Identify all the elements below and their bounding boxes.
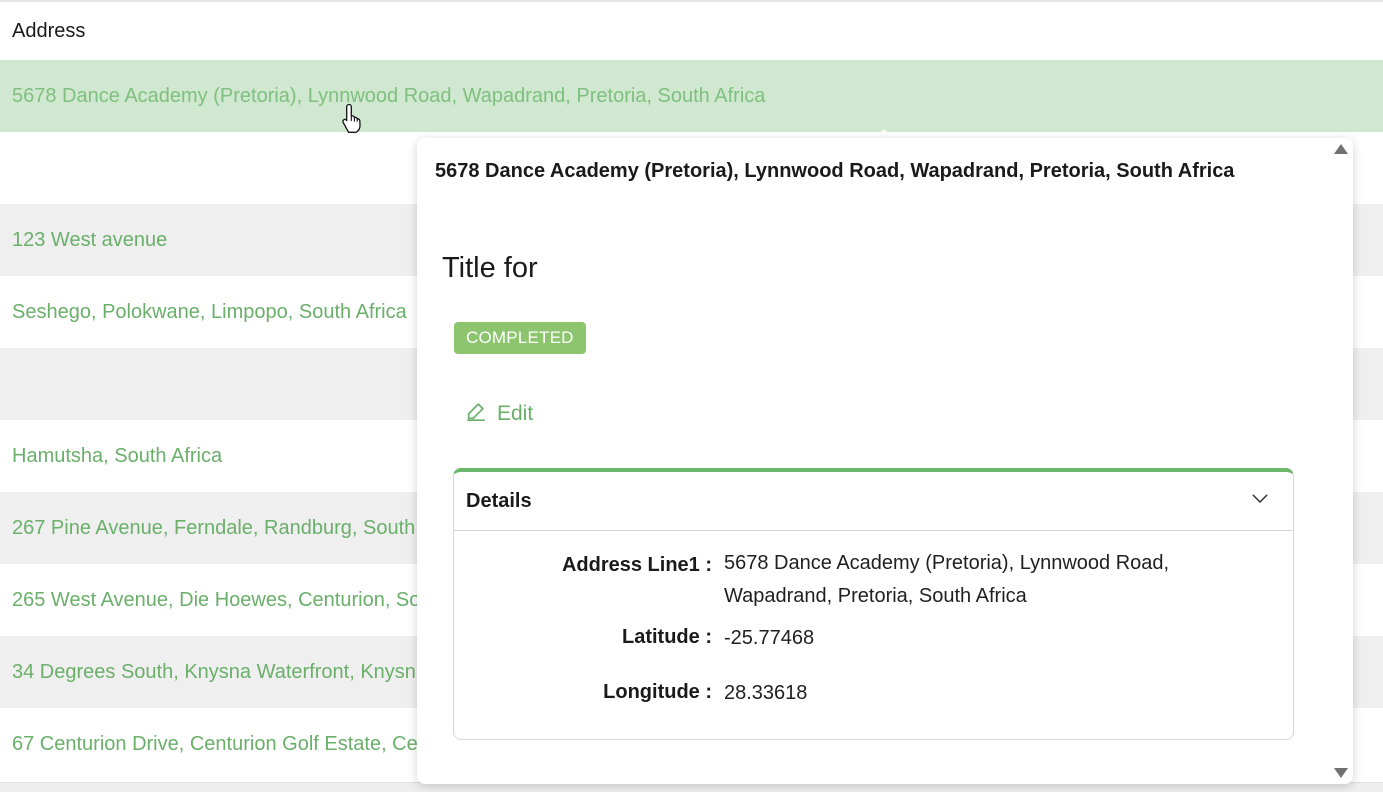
column-header-address[interactable]: Address	[0, 2, 1383, 60]
field-value: 28.33618	[724, 682, 808, 704]
field-value: -25.77468	[724, 627, 815, 649]
field-address-line1: Address Line1 : 5678 Dance Academy (Pret…	[454, 547, 1169, 613]
field-value-line: 5678 Dance Academy (Pretoria), Lynnwood …	[724, 552, 1170, 574]
chevron-down-icon[interactable]	[1251, 490, 1269, 513]
field-value-line: Wapadrand, Pretoria, South Africa	[724, 585, 1027, 607]
edit-button[interactable]: Edit	[465, 400, 533, 428]
field-label: Address Line1	[561, 554, 700, 576]
pencil-icon	[465, 400, 487, 428]
scroll-down-arrow-icon[interactable]	[1334, 768, 1348, 778]
field-label: Latitude	[622, 626, 700, 648]
popover-title: Title for	[442, 252, 538, 284]
field-longitude: Longitude : 28.33618	[603, 681, 808, 704]
details-header[interactable]: Details	[454, 472, 1293, 531]
status-badge: COMPLETED	[454, 322, 586, 354]
details-title: Details	[466, 489, 532, 512]
field-latitude: Latitude : -25.77468	[622, 626, 815, 649]
hand-pointer-icon	[340, 102, 368, 134]
field-label: Longitude	[603, 681, 700, 703]
details-panel: Details Address Line1 : 5678 Dance Acade…	[453, 468, 1294, 740]
field-value: 5678 Dance Academy (Pretoria), Lynnwood …	[724, 547, 1169, 613]
table-row[interactable]: 5678 Dance Academy (Pretoria), Lynnwood …	[0, 60, 1383, 132]
edit-button-label: Edit	[497, 402, 534, 425]
popover-heading: 5678 Dance Academy (Pretoria), Lynnwood …	[435, 160, 1235, 182]
scroll-up-arrow-icon[interactable]	[1334, 144, 1348, 154]
details-popover: 5678 Dance Academy (Pretoria), Lynnwood …	[417, 138, 1353, 784]
